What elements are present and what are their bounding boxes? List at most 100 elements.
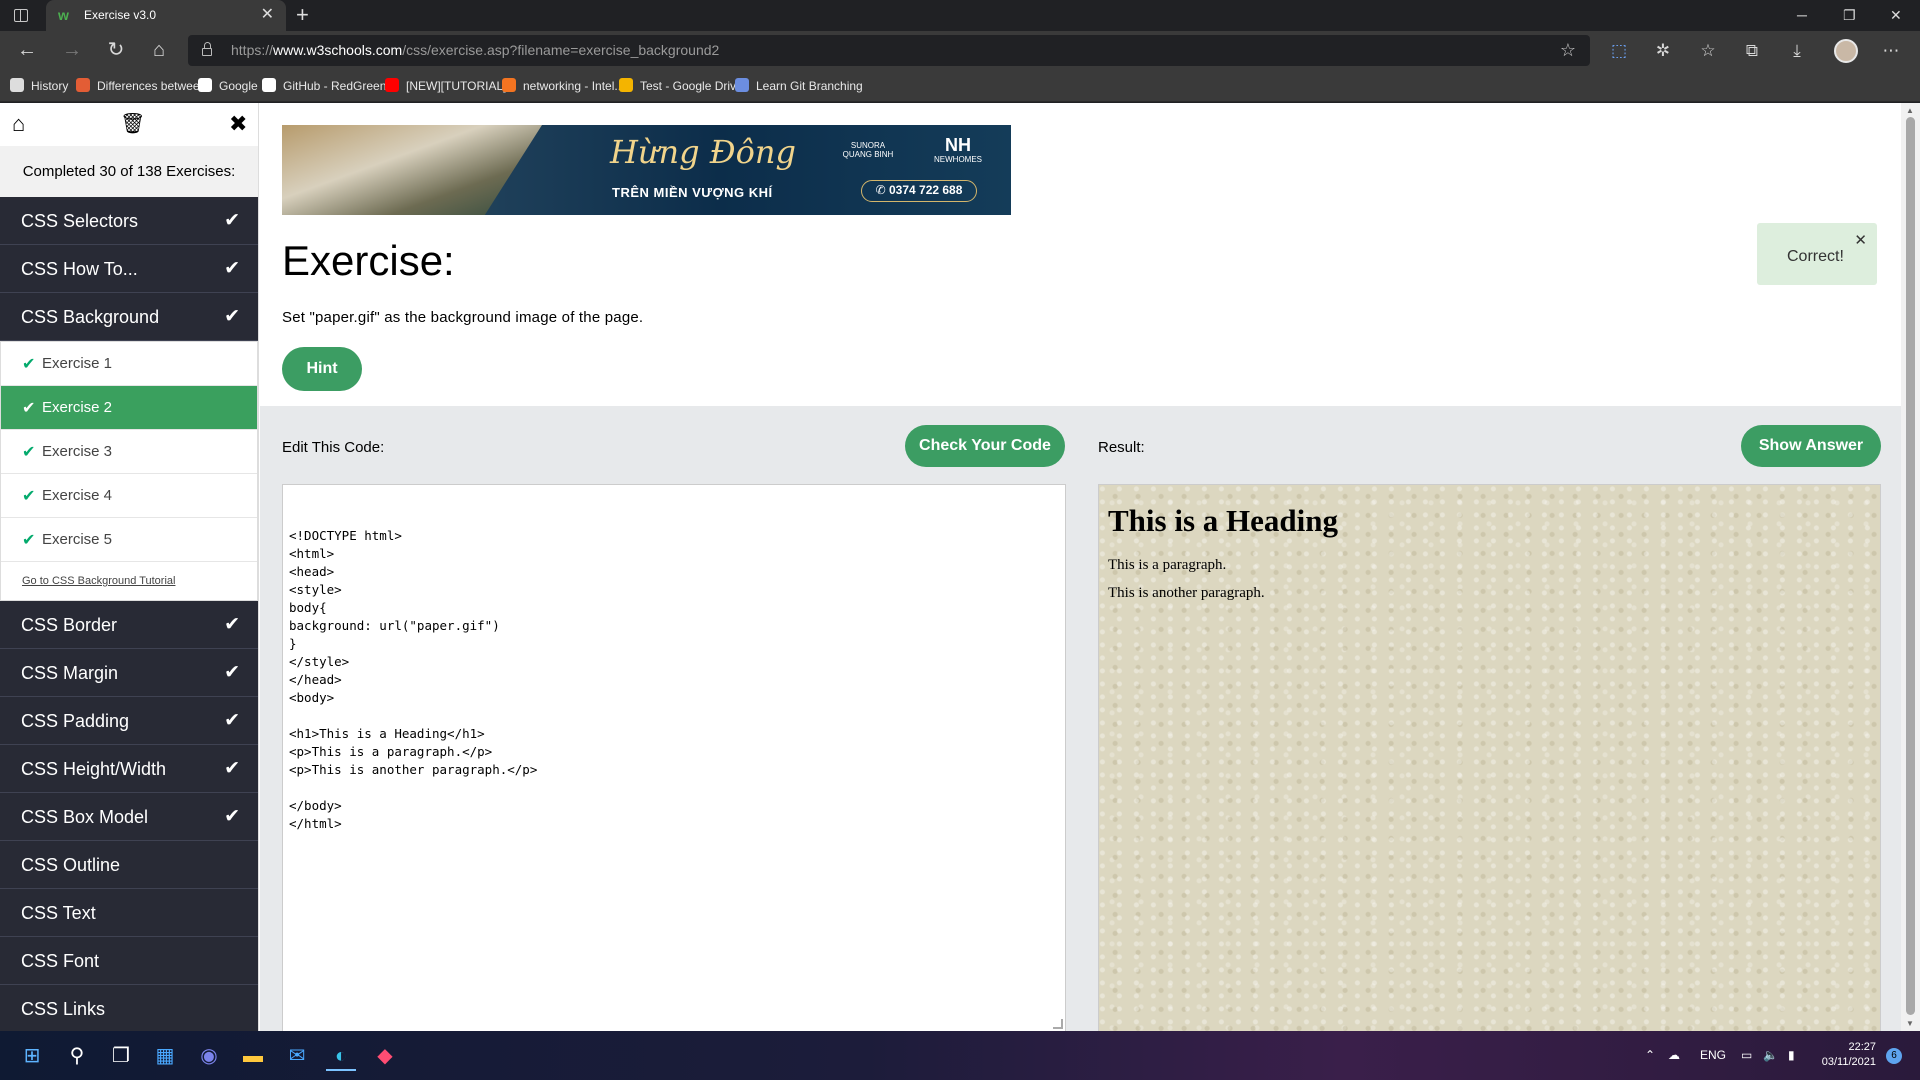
language-indicator[interactable]: ENG — [1700, 1047, 1726, 1063]
sidebar-category-css-font[interactable]: CSS Font — [0, 937, 258, 985]
code-line: <style> — [289, 582, 342, 597]
sidebar-category-css-border[interactable]: CSS Border ✔ — [0, 601, 258, 649]
code-line: </html> — [289, 816, 342, 831]
sidebar-category-css-box-model[interactable]: CSS Box Model ✔ — [0, 793, 258, 841]
more-menu-icon[interactable]: ⋯ — [1880, 40, 1902, 62]
home-icon[interactable]: ⌂ — [146, 37, 172, 63]
restore-icon[interactable]: ❐ — [1843, 7, 1856, 23]
tab-close-icon[interactable]: ✕ — [261, 6, 274, 24]
collections-icon[interactable]: ⧉ — [1741, 40, 1763, 62]
exercise-item-1[interactable]: ✔ Exercise 1 — [1, 342, 257, 386]
newhomes-mark: NH — [945, 135, 971, 155]
category-label: CSS Links — [21, 999, 106, 1019]
system-clock[interactable]: 22:27 03/11/2021 — [1818, 1040, 1876, 1070]
bookmarks-bar: History Differences betwee... Google GitHub… — [0, 70, 1920, 102]
sidebar-category-css-height-width[interactable]: CSS Height/Width ✔ — [0, 745, 258, 793]
network-icon[interactable]: ▭ — [1741, 1047, 1752, 1063]
bookmark-2[interactable]: Differences betwee... — [76, 77, 210, 95]
browser-tab[interactable]: w Exercise v3.0 ✕ — [46, 0, 286, 31]
favorites-icon[interactable]: ☆ — [1697, 40, 1719, 62]
bookmark-label: GitHub - RedGreen... — [283, 79, 397, 93]
trash-icon[interactable]: 🗑 — [120, 112, 145, 136]
bookmark-favicon — [76, 78, 90, 92]
translate-icon[interactable]: ⬚ — [1608, 40, 1630, 62]
bookmark-7[interactable]: Test - Google Drive — [619, 77, 743, 95]
sidebar-category-css-how-to[interactable]: CSS How To... ✔ — [0, 245, 258, 293]
checkmark-icon: ✔ — [224, 806, 240, 827]
scroll-down-icon[interactable]: ▼ — [1906, 1019, 1914, 1028]
downloads-icon[interactable]: ⤓ — [1786, 40, 1808, 62]
widgets-icon[interactable]: ▦ — [150, 1041, 180, 1071]
bookmark-5[interactable]: [NEW][TUTORIAL]... — [385, 77, 516, 95]
check-code-button[interactable]: Check Your Code — [905, 425, 1065, 467]
exercise-label: Exercise 1 — [42, 355, 113, 372]
url-text[interactable]: https://www.w3schools.com/css/exercise.a… — [231, 43, 719, 58]
sidebar-category-css-links[interactable]: CSS Links — [0, 985, 258, 1031]
scroll-up-icon[interactable]: ▲ — [1906, 106, 1914, 115]
new-tab-icon[interactable]: + — [296, 4, 309, 26]
tray-chevron-icon[interactable]: ⌃ — [1645, 1047, 1655, 1063]
jetbrains-icon[interactable]: ◆ — [370, 1041, 400, 1071]
sidebar-category-css-selectors[interactable]: CSS Selectors ✔ — [0, 197, 258, 245]
toast-close-icon[interactable]: ✕ — [1854, 231, 1867, 249]
tab-actions-icon[interactable] — [14, 9, 28, 22]
address-bar[interactable]: https://www.w3schools.com/css/exercise.a… — [188, 35, 1590, 66]
profile-avatar[interactable] — [1834, 39, 1858, 63]
chat-icon[interactable]: ◉ — [194, 1041, 224, 1071]
notification-badge[interactable]: 6 — [1886, 1048, 1902, 1064]
tutorial-link[interactable]: Go to CSS Background Tutorial — [22, 575, 175, 587]
exercise-item-3[interactable]: ✔ Exercise 3 — [1, 430, 257, 474]
bookmark-4[interactable]: GitHub - RedGreen... — [262, 77, 396, 95]
hint-button[interactable]: Hint — [282, 347, 362, 391]
reload-icon[interactable]: ↻ — [103, 37, 129, 63]
exercise-item-4[interactable]: ✔ Exercise 4 — [1, 474, 257, 518]
minimize-icon[interactable]: ─ — [1797, 7, 1807, 23]
close-icon[interactable]: ✖ — [229, 112, 247, 136]
sidebar-category-css-margin[interactable]: CSS Margin ✔ — [0, 649, 258, 697]
sidebar-category-css-text[interactable]: CSS Text — [0, 889, 258, 937]
window-close-icon[interactable]: ✕ — [1890, 7, 1902, 23]
onedrive-icon[interactable]: ☁ — [1668, 1047, 1680, 1063]
start-icon[interactable]: ⊞ — [17, 1041, 47, 1071]
correct-toast: Correct! ✕ — [1757, 223, 1877, 285]
file-explorer-icon[interactable]: ▬ — [238, 1041, 268, 1071]
mail-icon[interactable]: ✉ — [282, 1041, 312, 1071]
sidebar-category-css-padding[interactable]: CSS Padding ✔ — [0, 697, 258, 745]
checkmark-icon: ✔ — [22, 356, 36, 373]
clock-time: 22:27 — [1848, 1041, 1876, 1053]
bookmark-6[interactable]: networking - Intel... — [502, 77, 624, 95]
bookmark-8[interactable]: Learn Git Branching — [735, 77, 863, 95]
code-line: body{ — [289, 600, 327, 615]
bookmark-3[interactable]: Google — [198, 77, 258, 95]
w3schools-favicon-icon: w — [58, 7, 69, 23]
banner-phone-number: 0374 722 688 — [888, 183, 963, 197]
category-label: CSS Height/Width — [21, 759, 167, 779]
checkmark-icon: ✔ — [22, 488, 36, 505]
checkmark-icon: ✔ — [22, 400, 36, 417]
exercise-item-2[interactable]: ✔ Exercise 2 — [1, 386, 257, 430]
battery-icon[interactable]: ▮ — [1788, 1047, 1795, 1063]
sidebar-category-css-background[interactable]: CSS Background ✔ — [0, 293, 258, 341]
volume-icon[interactable]: 🔈 — [1763, 1047, 1778, 1063]
url-domain: www.w3schools.com — [273, 42, 403, 58]
exercise-item-5[interactable]: ✔ Exercise 5 — [1, 518, 257, 562]
resize-handle-icon[interactable] — [1053, 1019, 1063, 1029]
sidebar-category-css-outline[interactable]: CSS Outline — [0, 841, 258, 889]
code-line: </body> — [289, 798, 342, 813]
task-view-icon[interactable]: ❐ — [106, 1041, 136, 1071]
bookmark-1[interactable]: History — [10, 77, 68, 95]
forward-icon[interactable]: → — [59, 37, 85, 63]
advertisement-banner[interactable]: Hừng Đông TRÊN MIỀN VƯỢNG KHÍ SUNORA QUA… — [282, 125, 1011, 215]
home-icon[interactable]: ⌂ — [12, 112, 25, 136]
search-icon[interactable]: ⚲ — [62, 1041, 92, 1071]
banner-subtitle: TRÊN MIỀN VƯỢNG KHÍ — [612, 185, 773, 200]
favorite-star-icon[interactable]: ☆ — [1560, 40, 1576, 61]
extensions-icon[interactable]: ✲ — [1652, 40, 1674, 62]
page-scrollbar[interactable]: ▲ ▼ — [1901, 103, 1920, 1031]
back-icon[interactable]: ← — [14, 37, 40, 63]
code-editor[interactable]: <!DOCTYPE html> <html> <head> <style> body{b… — [282, 484, 1066, 1031]
edge-taskbar-icon[interactable]: ◐ — [326, 1041, 356, 1071]
show-answer-button[interactable]: Show Answer — [1741, 425, 1881, 467]
scrollbar-thumb[interactable] — [1906, 117, 1915, 1015]
lock-icon[interactable] — [202, 42, 212, 56]
